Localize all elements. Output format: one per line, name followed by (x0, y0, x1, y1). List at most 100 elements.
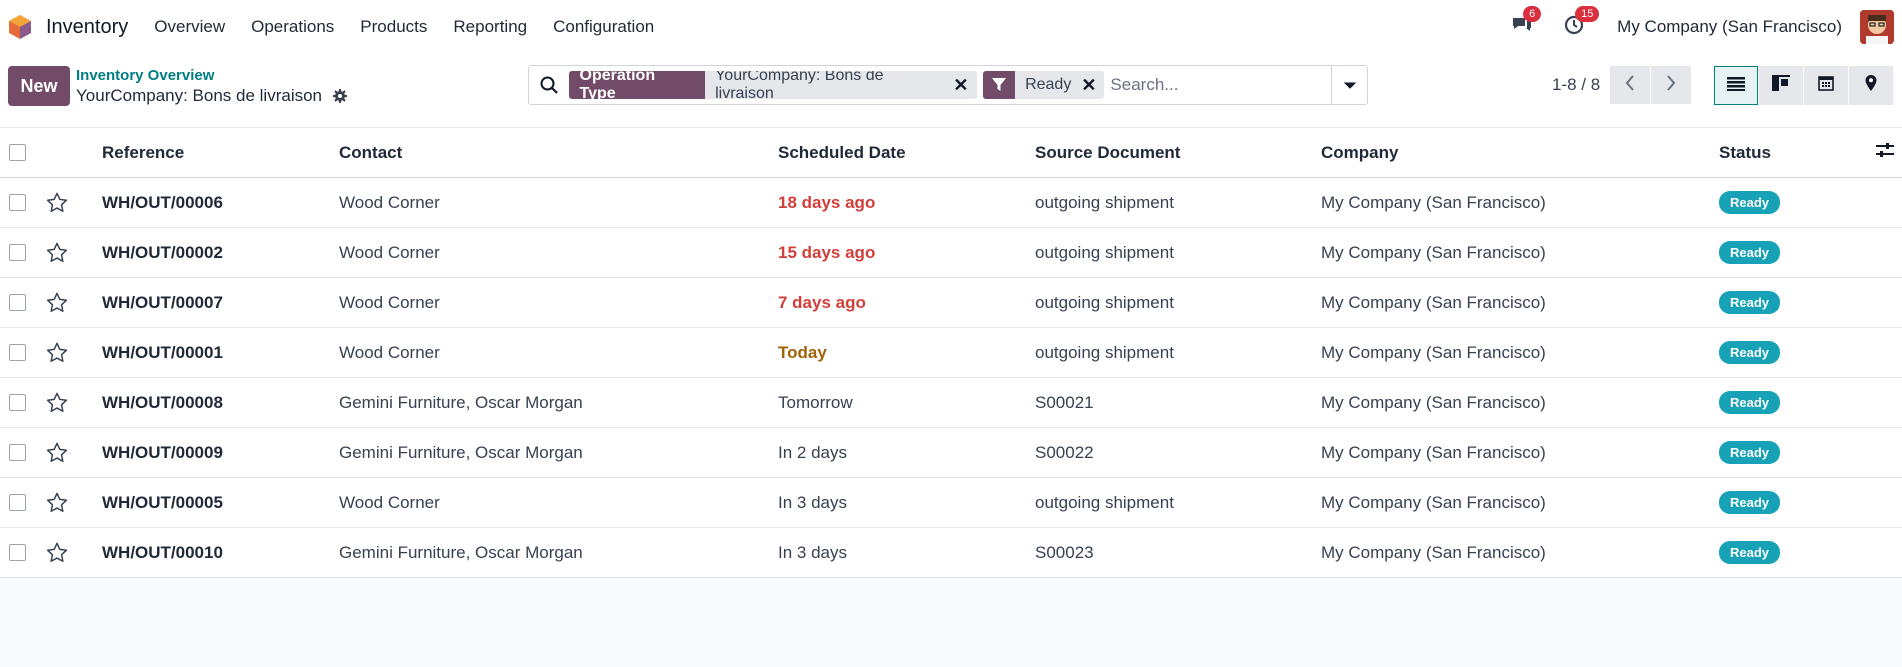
row-checkbox[interactable] (9, 344, 26, 361)
cell-reference: WH/OUT/00009 (102, 442, 223, 462)
row-select-cell (0, 544, 46, 561)
menu-configuration[interactable]: Configuration (553, 17, 654, 37)
star-icon[interactable] (46, 192, 102, 213)
app-name[interactable]: Inventory (46, 16, 128, 39)
column-header-contact[interactable]: Contact (339, 143, 778, 163)
table-row[interactable]: WH/OUT/00006 Wood Corner 18 days ago out… (0, 178, 1902, 228)
cell-scheduled-date: In 3 days (778, 492, 847, 512)
row-select-cell (0, 494, 46, 511)
cell-company: My Company (San Francisco) (1321, 492, 1546, 512)
list-view-button[interactable] (1714, 66, 1758, 105)
menu-overview[interactable]: Overview (154, 17, 225, 37)
map-marker-icon (1865, 75, 1877, 96)
star-icon[interactable] (46, 442, 102, 463)
new-button[interactable]: New (8, 66, 70, 106)
cell-status: Ready (1719, 241, 1869, 264)
cell-company: My Company (San Francisco) (1321, 242, 1546, 262)
column-header-reference[interactable]: Reference (102, 143, 339, 163)
cell-company: My Company (San Francisco) (1321, 192, 1546, 212)
star-icon[interactable] (46, 392, 102, 413)
gear-icon[interactable] (332, 88, 348, 104)
breadcrumb-current-label: YourCompany: Bons de livraison (76, 86, 323, 105)
row-select-cell (0, 294, 46, 311)
messages-button[interactable]: 6 (1507, 6, 1542, 42)
company-switcher[interactable]: My Company (San Francisco) (1617, 17, 1842, 37)
cell-reference: WH/OUT/00002 (102, 242, 223, 262)
menu-products[interactable]: Products (360, 17, 427, 37)
star-icon[interactable] (46, 492, 102, 513)
table-row[interactable]: WH/OUT/00002 Wood Corner 15 days ago out… (0, 228, 1902, 278)
column-header-source-document[interactable]: Source Document (1035, 143, 1321, 163)
filter-icon (982, 71, 1016, 99)
optional-columns-toggle[interactable] (1869, 142, 1902, 163)
chevron-left-icon (1625, 74, 1635, 96)
facet-value: YourCompany: Bons de livraison (715, 71, 884, 99)
table-row[interactable]: WH/OUT/00010 Gemini Furniture, Oscar Mor… (0, 528, 1902, 578)
row-checkbox[interactable] (9, 294, 26, 311)
pager-value[interactable]: 1-8 / 8 (1552, 75, 1600, 95)
table-row[interactable]: WH/OUT/00009 Gemini Furniture, Oscar Mor… (0, 428, 1902, 478)
cell-company: My Company (San Francisco) (1321, 542, 1546, 562)
cell-scheduled-date: 18 days ago (778, 192, 876, 212)
cell-reference: WH/OUT/00006 (102, 192, 223, 212)
cell-contact: Wood Corner (339, 192, 440, 212)
row-checkbox[interactable] (9, 394, 26, 411)
star-icon[interactable] (46, 242, 102, 263)
cell-contact: Wood Corner (339, 492, 440, 512)
select-all-cell (0, 144, 46, 161)
breadcrumb-parent-link[interactable]: Inventory Overview (76, 67, 348, 85)
cell-contact: Wood Corner (339, 242, 440, 262)
list-table: Reference Contact Scheduled Date Source … (0, 128, 1902, 578)
row-checkbox[interactable] (9, 194, 26, 211)
row-checkbox[interactable] (9, 494, 26, 511)
app-logo-icon[interactable] (8, 14, 34, 40)
cell-status: Ready (1719, 541, 1869, 564)
column-header-scheduled-date[interactable]: Scheduled Date (778, 143, 1035, 163)
status-badge: Ready (1719, 191, 1781, 214)
cell-status: Ready (1719, 491, 1869, 514)
column-header-company[interactable]: Company (1321, 143, 1719, 163)
cell-reference: WH/OUT/00008 (102, 392, 223, 412)
table-row[interactable]: WH/OUT/00008 Gemini Furniture, Oscar Mor… (0, 378, 1902, 428)
pager-previous-button[interactable] (1610, 66, 1651, 104)
pager: 1-8 / 8 (1552, 66, 1692, 104)
star-icon[interactable] (46, 292, 102, 313)
facet-label: Operation Type (568, 71, 706, 99)
user-avatar[interactable] (1860, 10, 1894, 44)
search-options-toggle[interactable] (1331, 66, 1367, 104)
cell-contact: Gemini Furniture, Oscar Morgan (339, 442, 583, 462)
cell-scheduled-date: In 2 days (778, 442, 847, 462)
map-view-button[interactable] (1849, 66, 1893, 105)
cell-source-document: outgoing shipment (1035, 292, 1174, 312)
cell-company: My Company (San Francisco) (1321, 442, 1546, 462)
facet-remove-icon[interactable]: ✕ (1081, 75, 1104, 96)
table-row[interactable]: WH/OUT/00005 Wood Corner In 3 days outgo… (0, 478, 1902, 528)
activities-button[interactable]: 15 (1559, 6, 1600, 42)
menu-reporting[interactable]: Reporting (453, 17, 527, 37)
select-all-checkbox[interactable] (9, 144, 26, 161)
search-input[interactable] (1110, 67, 1332, 103)
cell-scheduled-date: In 3 days (778, 542, 847, 562)
table-row[interactable]: WH/OUT/00007 Wood Corner 7 days ago outg… (0, 278, 1902, 328)
sliders-icon (1876, 142, 1894, 163)
kanban-view-button[interactable] (1759, 66, 1803, 105)
pager-next-button[interactable] (1651, 66, 1692, 104)
cell-source-document: S00021 (1035, 392, 1094, 412)
cell-company: My Company (San Francisco) (1321, 342, 1546, 362)
search-bar: Operation Type YourCompany: Bons de livr… (528, 65, 1368, 105)
facet-remove-icon[interactable]: ✕ (953, 75, 976, 96)
table-row[interactable]: WH/OUT/00001 Wood Corner Today outgoing … (0, 328, 1902, 378)
row-checkbox[interactable] (9, 544, 26, 561)
cell-scheduled-date: 7 days ago (778, 292, 866, 312)
row-checkbox[interactable] (9, 444, 26, 461)
menu-operations[interactable]: Operations (251, 17, 334, 37)
cell-status: Ready (1719, 341, 1869, 364)
calendar-view-button[interactable] (1804, 66, 1848, 105)
column-header-status[interactable]: Status (1719, 143, 1869, 163)
row-checkbox[interactable] (9, 244, 26, 261)
status-badge: Ready (1719, 491, 1781, 514)
star-icon[interactable] (46, 342, 102, 363)
cell-status: Ready (1719, 291, 1869, 314)
table-body: WH/OUT/00006 Wood Corner 18 days ago out… (0, 178, 1902, 578)
star-icon[interactable] (46, 542, 102, 563)
